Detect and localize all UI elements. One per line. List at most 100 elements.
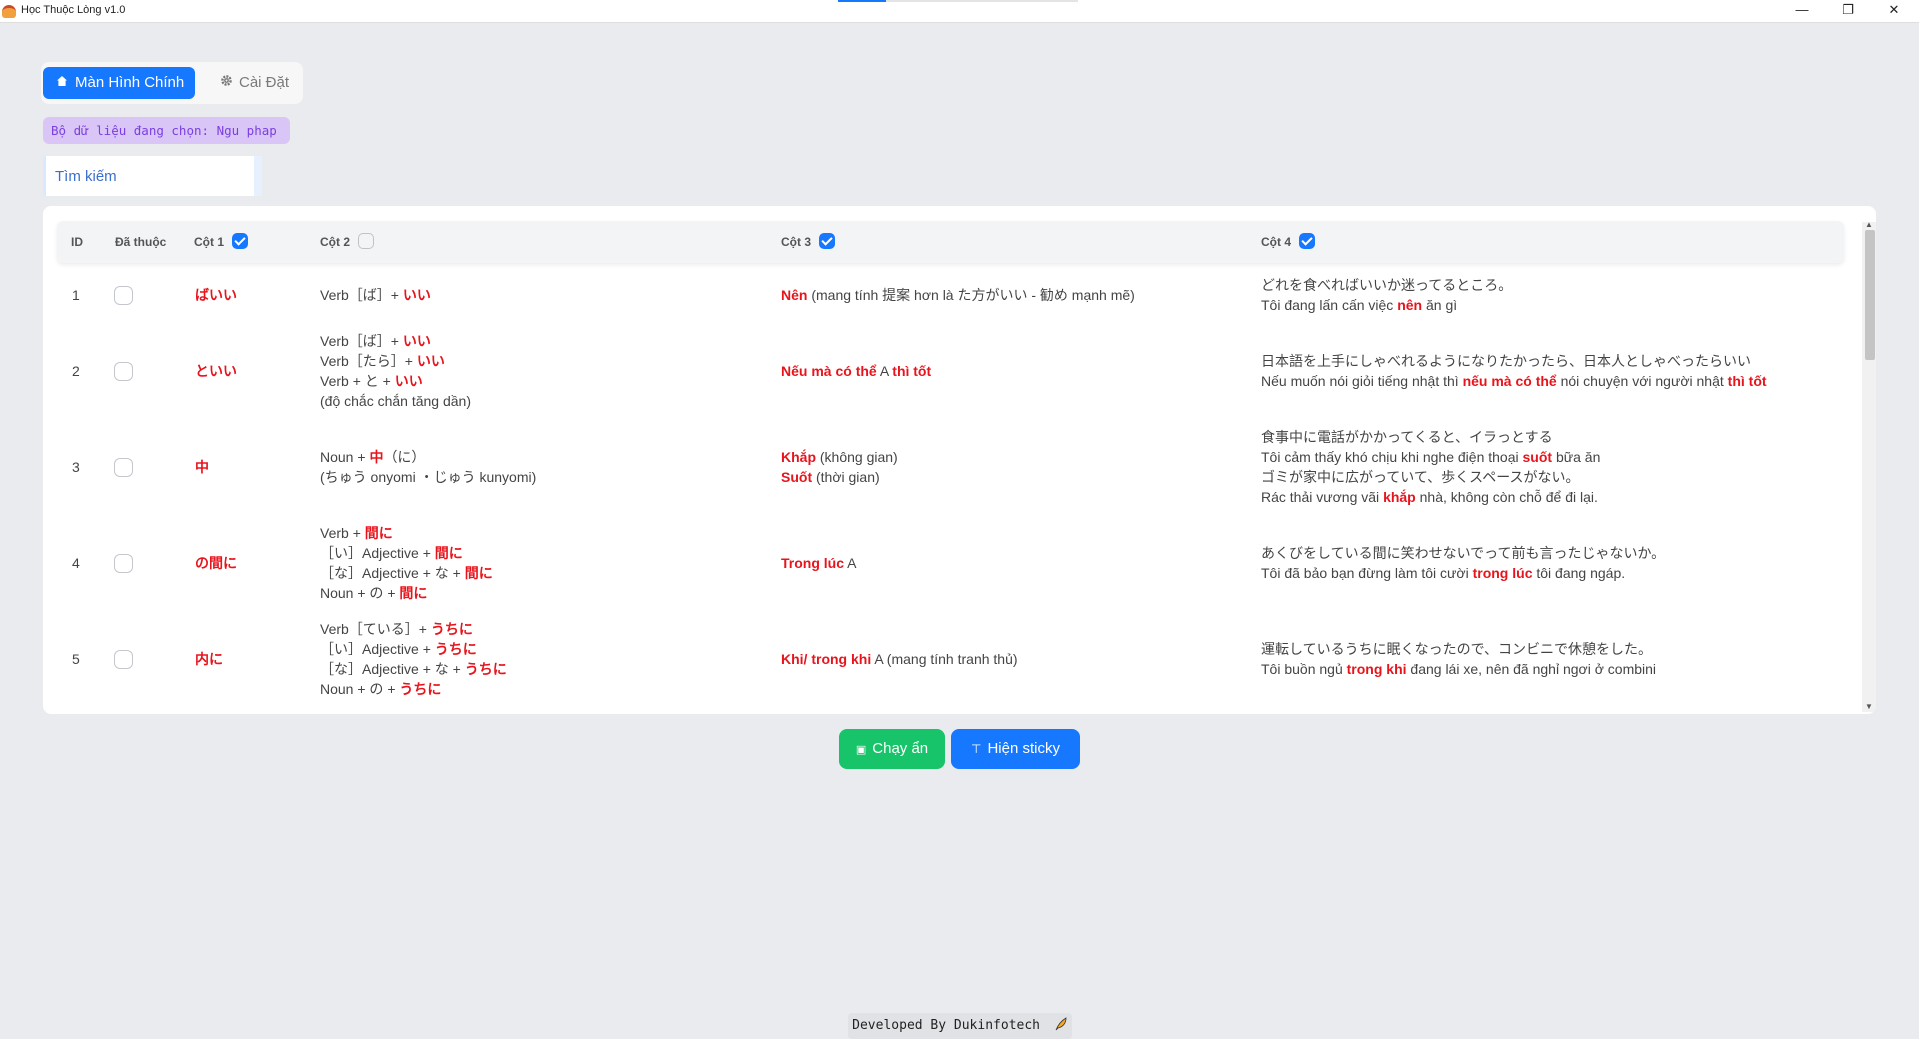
highlighted-text: Nếu mà có thể — [781, 363, 877, 379]
col2-toggle-checkbox[interactable] — [358, 232, 374, 249]
scrollbar-thumb[interactable] — [1865, 230, 1875, 360]
cell-line: どれを食べればいいか迷ってるところ。 — [1261, 275, 1512, 295]
tab-main-screen-label: Màn Hình Chính — [75, 74, 185, 91]
cell-text: A — [844, 555, 857, 571]
row-id: 5 — [72, 651, 80, 667]
cell-line: Suốt (thời gian) — [781, 467, 898, 487]
highlighted-text: Khi/ trong khi — [781, 651, 872, 667]
row-id: 3 — [72, 459, 80, 475]
app-window-icon: ▣ — [855, 744, 867, 756]
learned-checkbox[interactable] — [114, 362, 133, 381]
row-id: 4 — [72, 555, 80, 571]
footer-credit: Developed By Dukinfotech — [848, 1013, 1072, 1039]
table-scrollbar[interactable]: ▲ ▼ — [1862, 220, 1876, 712]
scroll-up-arrow-icon[interactable]: ▲ — [1865, 220, 1873, 229]
cell-text: Noun + の + — [320, 681, 400, 697]
cell-text: (độ chắc chắn tăng dần) — [320, 393, 471, 409]
row-col4: 運転しているうちに眠くなったので、コンビニで休憩をした。 Tôi buồn ngủ… — [1261, 639, 1656, 679]
window-titlebar: Học Thuộc Lòng v1.0 — ❐ ✕ — [0, 0, 1919, 23]
cell-line: Rác thải vương vãi khắp nhà, không còn c… — [1261, 487, 1600, 507]
row-col4: 日本語を上手にしゃべれるようになりたかったら、日本人としゃべったらいい Nếu m… — [1261, 351, 1767, 391]
cell-line: Nếu mà có thể A thì tốt — [781, 361, 931, 381]
footer-text: Developed By Dukinfotech — [852, 1018, 1040, 1033]
cell-text: 運転しているうちに眠くなったので、コンビニで休憩をした。 — [1261, 641, 1653, 657]
maximize-button[interactable]: ❐ — [1826, 0, 1870, 22]
cell-line: 日本語を上手にしゃべれるようになりたかったら、日本人としゃべったらいい — [1261, 351, 1767, 371]
row-id: 1 — [72, 287, 80, 303]
row-col1: ばいい — [195, 287, 237, 303]
header-col2-label: Cột 2 — [320, 235, 350, 249]
cell-text: (mang tính 提案 hơn là た方がいい - 勧め mạnh mẽ) — [807, 287, 1135, 303]
loading-progress-bar — [838, 0, 1078, 2]
learned-checkbox[interactable] — [114, 650, 133, 669]
row-col3: Nên (mang tính 提案 hơn là た方がいい - 勧め mạnh… — [781, 285, 1135, 305]
cell-text: A — [876, 363, 893, 379]
header-col4: Cột 4 — [1261, 221, 1315, 263]
highlighted-text: いい — [402, 333, 431, 349]
highlighted-text: 間に — [434, 545, 463, 561]
gear-icon — [219, 67, 233, 99]
highlighted-text: nếu mà có thể — [1462, 373, 1557, 389]
col1-toggle-checkbox[interactable] — [232, 232, 248, 249]
pin-icon: ⊤ — [971, 742, 982, 756]
cell-line: あくびをしている間に笑わせないでって前も言ったじゃないか。 — [1261, 543, 1665, 563]
row-id: 2 — [72, 363, 80, 379]
highlighted-text: trong khi — [1346, 661, 1407, 677]
cell-line: Verb + 間に — [320, 523, 493, 543]
cell-text: nói chuyện với người nhật — [1556, 373, 1728, 389]
cell-text: tôi đang ngáp. — [1532, 565, 1626, 581]
row-col4: あくびをしている間に笑わせないでって前も言ったじゃないか。 Tôi đã bảo … — [1261, 543, 1665, 583]
row-col1: 内に — [195, 651, 223, 667]
cell-text: (ちゅう onyomi ・じゅう kunyomi) — [320, 469, 537, 485]
col4-toggle-checkbox[interactable] — [1299, 232, 1315, 249]
row-col3: Trong lúc A — [781, 553, 856, 573]
cell-text: どれを食べればいいか迷ってるところ。 — [1261, 277, 1513, 293]
cell-text: bữa ăn — [1552, 449, 1601, 465]
cell-text: 食事中に電話がかかってくると、イラっとする — [1261, 429, 1553, 445]
learned-checkbox[interactable] — [114, 554, 133, 573]
learned-checkbox[interactable] — [114, 286, 133, 305]
highlighted-text: うちに — [434, 641, 477, 657]
app-logo-icon — [2, 5, 16, 18]
row-col2: Verb［ば］+ いい Verb［たら］+ いい Verb + と + いい (độ … — [320, 331, 471, 411]
row-col3: Khi/ trong khi A (mang tính tranh thủ) — [781, 649, 1018, 669]
highlighted-text: うちに — [464, 661, 507, 677]
highlighted-text: 間に — [399, 585, 428, 601]
highlighted-text: いい — [394, 373, 423, 389]
show-sticky-button[interactable]: ⊤ Hiện sticky — [951, 729, 1080, 769]
run-hidden-button[interactable]: ▣ Chạy ẩn — [839, 729, 945, 769]
data-table: ID Đã thuộc Cột 1 Cột 2 Cột 3 Cột 4 1 ばい… — [43, 206, 1876, 714]
learned-checkbox[interactable] — [114, 458, 133, 477]
row-col4: どれを食べればいいか迷ってるところ。 Tôi đang lấn cấn việc … — [1261, 275, 1512, 315]
col3-toggle-checkbox[interactable] — [819, 232, 835, 249]
cell-text: đang lái xe, nên đã nghỉ ngơi ở combini — [1406, 661, 1657, 677]
cell-line: Nên (mang tính 提案 hơn là た方がいい - 勧め mạnh… — [781, 285, 1135, 305]
close-button[interactable]: ✕ — [1872, 0, 1916, 22]
tab-main-screen[interactable]: Màn Hình Chính — [43, 67, 195, 99]
cell-text: A (mang tính tranh thủ) — [871, 651, 1018, 667]
cell-line: Verb［ている］+ うちに — [320, 619, 507, 639]
scroll-down-arrow-icon[interactable]: ▼ — [1865, 702, 1873, 711]
cell-text: ［い］Adjective + — [320, 641, 435, 657]
row-col1: といい — [195, 363, 237, 379]
cell-text: Noun + の + — [320, 585, 400, 601]
cell-text: Verb + と + — [320, 373, 395, 389]
cell-text: (không gian) — [816, 449, 898, 465]
highlighted-text: いい — [402, 287, 431, 303]
minimize-button[interactable]: — — [1780, 0, 1824, 22]
search-input[interactable] — [43, 156, 262, 196]
row-col3: Khắp (không gian) Suốt (thời gian) — [781, 447, 898, 487]
highlighted-text: thì tốt — [1727, 373, 1767, 389]
tab-settings[interactable]: Cài Đặt — [207, 67, 297, 99]
row-col1: の間に — [195, 555, 237, 571]
cell-line: (ちゅう onyomi ・じゅう kunyomi) — [320, 467, 536, 487]
cell-line: ゴミが家中に広がっていて、歩くスペースがない。 — [1261, 467, 1600, 487]
cell-text: Tôi đã bảo bạn đừng làm tôi cười — [1261, 565, 1473, 581]
highlighted-text: Trong lúc — [781, 555, 844, 571]
highlighted-text: 間に — [364, 525, 393, 541]
cell-text: Verb［たら］+ — [320, 353, 417, 369]
cell-text: Tôi đang lấn cấn việc — [1261, 297, 1398, 313]
cell-line: Tôi cảm thấy khó chịu khi nghe điện thoạ… — [1261, 447, 1600, 467]
header-col2: Cột 2 — [320, 221, 374, 263]
cell-line: Verb［ば］+ いい — [320, 331, 471, 351]
